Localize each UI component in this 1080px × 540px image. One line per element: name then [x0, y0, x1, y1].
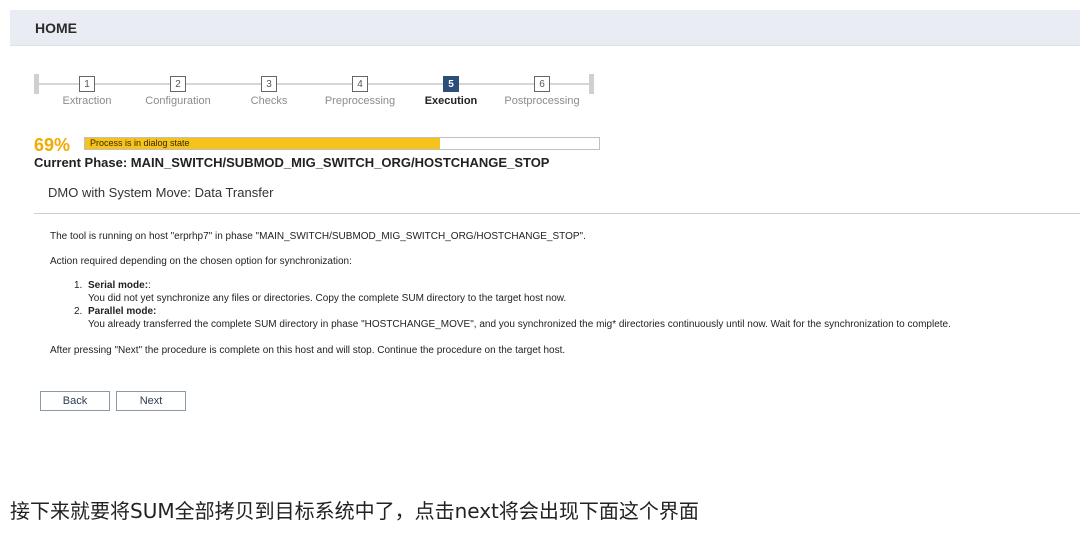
message-line-host: The tool is running on host "erprhp7" in… [50, 231, 586, 242]
list-item-parallel: 2. Parallel mode: [74, 306, 157, 317]
roadmap-step-execution[interactable]: 5 Execution [401, 70, 501, 120]
serial-mode-desc: You did not yet synchronize any files or… [88, 293, 567, 304]
divider [34, 213, 1080, 214]
progress-percent: 69% [34, 135, 71, 155]
roadmap-step-configuration[interactable]: 2 Configuration [128, 70, 228, 120]
section-subtitle: DMO with System Move: Data Transfer [48, 185, 274, 200]
step-label: Execution [424, 95, 478, 107]
list-item-serial: 1. Serial mode:: [74, 280, 151, 291]
roadmap: 1 Extraction 2 Configuration 3 Checks 4 … [34, 70, 594, 130]
step-label: Extraction [62, 95, 112, 107]
step-number: 4 [352, 76, 368, 92]
page-title: HOME [35, 20, 77, 36]
step-number: 5 [443, 76, 459, 92]
step-label: Preprocessing [324, 95, 396, 107]
page-header: HOME [10, 10, 1080, 46]
next-button[interactable]: Next [116, 391, 186, 411]
roadmap-step-preprocessing[interactable]: 4 Preprocessing [310, 70, 410, 120]
step-label: Configuration [145, 95, 211, 107]
serial-mode-title: Serial mode: [88, 280, 149, 291]
message-line-action: Action required depending on the chosen … [50, 256, 352, 267]
step-number: 3 [261, 76, 277, 92]
message-line-after: After pressing "Next" the procedure is c… [50, 345, 566, 356]
roadmap-step-extraction[interactable]: 1 Extraction [37, 70, 137, 120]
step-number: 6 [534, 76, 550, 92]
main-panel: HOME 1 Extraction 2 Configuration 3 Chec… [10, 10, 1080, 428]
step-number: 1 [79, 76, 95, 92]
roadmap-step-checks[interactable]: 3 Checks [219, 70, 319, 120]
back-button[interactable]: Back [40, 391, 110, 411]
parallel-mode-title: Parallel mode: [88, 306, 157, 317]
step-number: 2 [170, 76, 186, 92]
current-phase: Current Phase: MAIN_SWITCH/SUBMOD_MIG_SW… [34, 155, 550, 170]
progress-status-text: Process is in dialog state [90, 138, 190, 148]
step-label: Postprocessing [504, 95, 580, 107]
progress-bar: Process is in dialog state [84, 137, 600, 150]
roadmap-step-postprocessing[interactable]: 6 Postprocessing [492, 70, 592, 120]
parallel-mode-desc: You already transferred the complete SUM… [88, 319, 951, 330]
step-label: Checks [250, 95, 288, 107]
caption-text: 接下来就要将SUM全部拷贝到目标系统中了，点击next将会出现下面这个界面 [10, 499, 699, 523]
